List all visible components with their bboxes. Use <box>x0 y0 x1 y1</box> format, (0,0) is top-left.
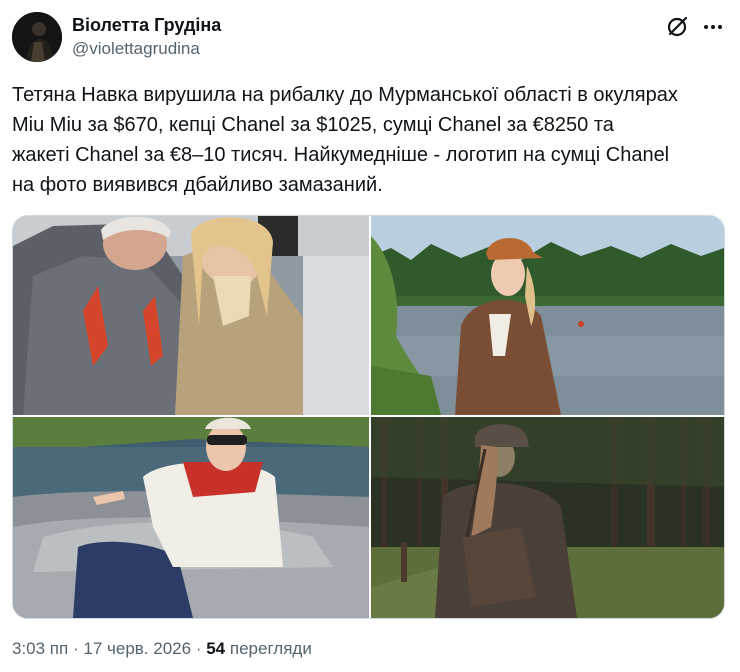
tweet-date[interactable]: 17 черв. 2026 <box>83 639 191 658</box>
author-display-name[interactable]: Віолетта Грудіна <box>72 14 221 36</box>
meta-separator: · <box>72 639 79 658</box>
author-handle[interactable]: @violettagrudina <box>72 38 200 60</box>
photo-lake-cap[interactable] <box>371 216 724 415</box>
meta-separator: · <box>195 639 202 658</box>
views-label: перегляди <box>229 639 312 658</box>
more-horizontal-icon[interactable] <box>700 14 726 40</box>
tweet-meta: 3:03 пп · 17 черв. 2026 · 54 перегляди <box>12 637 312 661</box>
photo-boat-selfie[interactable] <box>13 216 369 415</box>
photo-forest-bag[interactable] <box>371 417 724 618</box>
avatar[interactable] <box>12 12 62 62</box>
views-count: 54 <box>206 639 226 658</box>
photo-inflatable-boat[interactable] <box>13 417 369 618</box>
tweet-time[interactable]: 3:03 пп <box>12 639 68 658</box>
photo-grid <box>12 215 725 619</box>
tweet-text: Тетяна Навка вирушила на рибалку до Мурм… <box>12 84 678 196</box>
grok-slash-circle-icon[interactable] <box>664 14 690 40</box>
